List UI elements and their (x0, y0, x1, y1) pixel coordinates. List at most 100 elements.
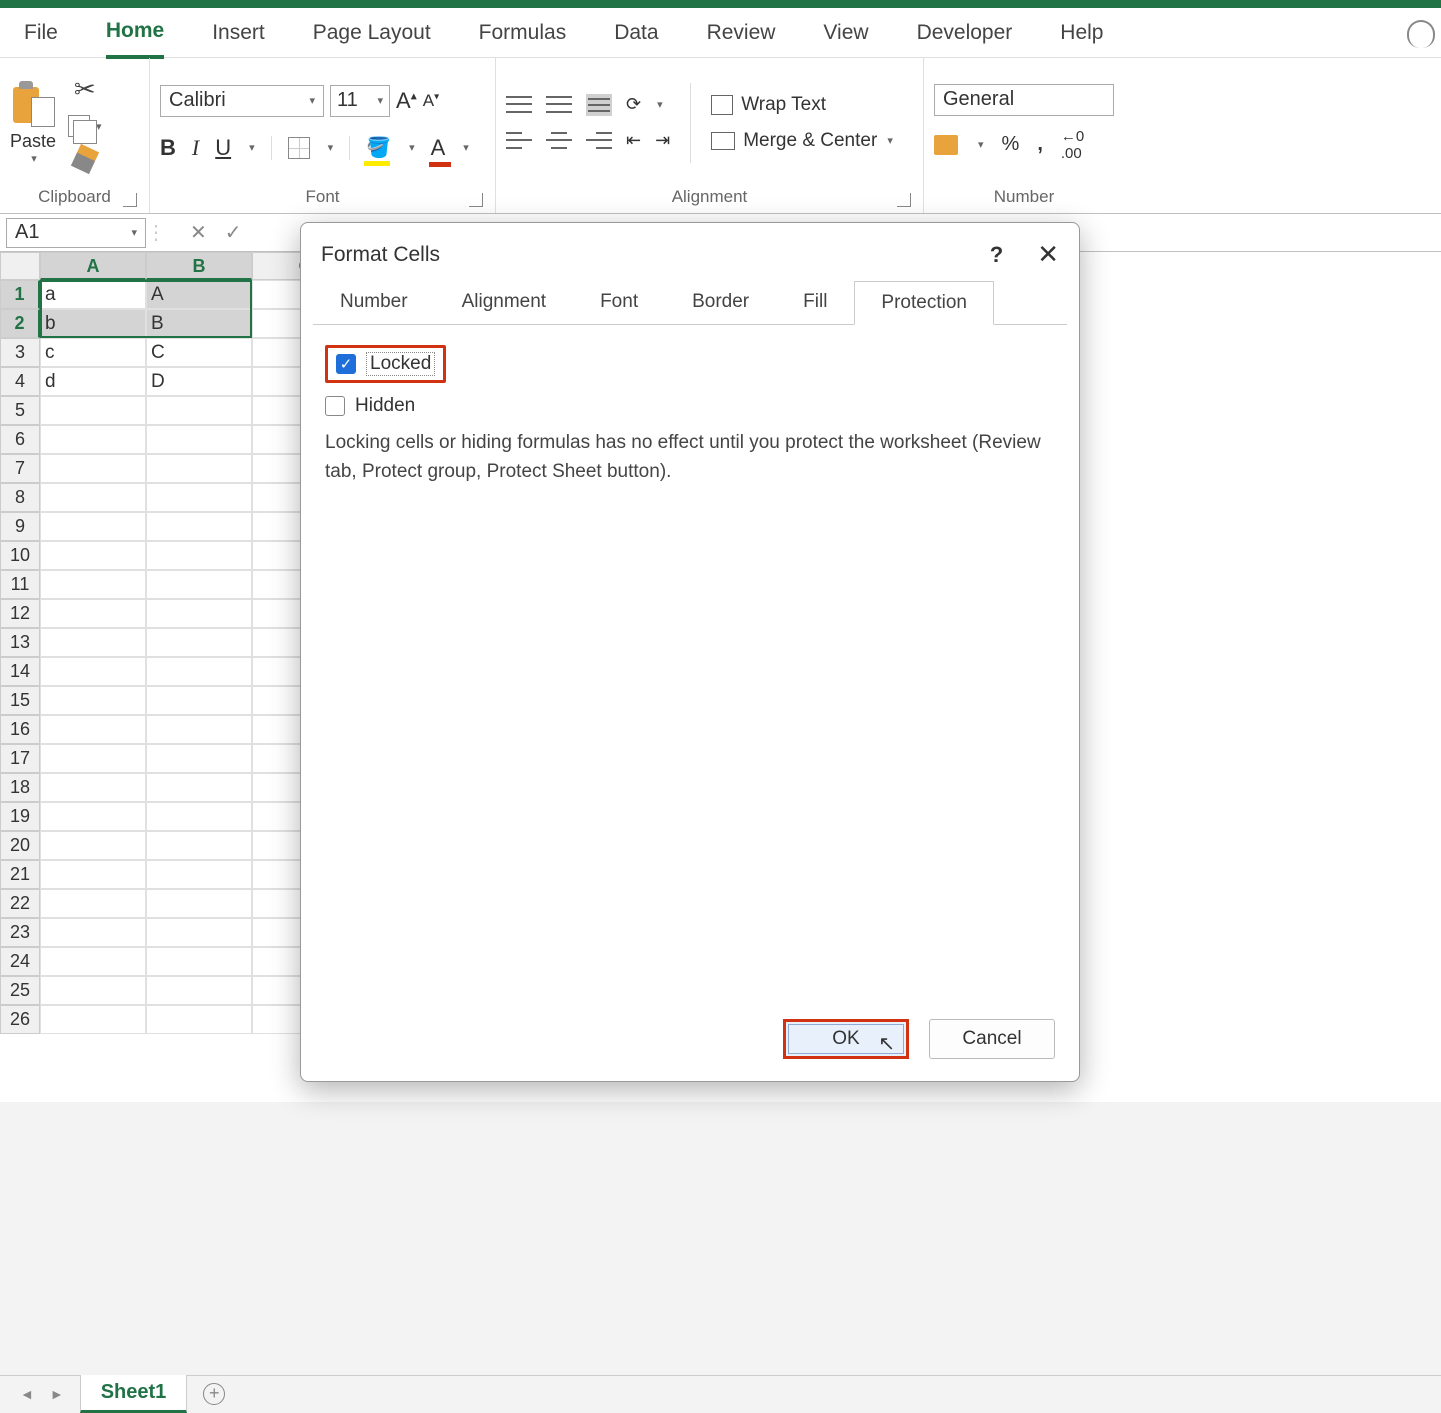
cell[interactable] (146, 947, 252, 976)
cell[interactable] (40, 744, 146, 773)
merge-dropdown[interactable]: ▾ (887, 134, 893, 147)
cell[interactable] (40, 947, 146, 976)
tab-file[interactable]: File (24, 9, 58, 57)
row-header[interactable]: 26 (0, 1005, 40, 1034)
tab-developer[interactable]: Developer (917, 9, 1013, 57)
cell[interactable] (40, 454, 146, 483)
underline-dropdown[interactable]: ▾ (249, 141, 255, 154)
cell[interactable] (40, 541, 146, 570)
increase-decimal-icon[interactable]: ←0.00 (1061, 128, 1084, 162)
row-header[interactable]: 25 (0, 976, 40, 1005)
font-dialog-launcher-icon[interactable] (469, 193, 483, 207)
cell[interactable]: c (40, 338, 146, 367)
clipboard-dialog-launcher-icon[interactable] (123, 193, 137, 207)
cell[interactable]: d (40, 367, 146, 396)
paste-dropdown[interactable]: ▾ (31, 152, 37, 165)
font-size-select[interactable]: 11▾ (330, 85, 390, 117)
copy-icon[interactable] (68, 115, 90, 137)
cell[interactable] (146, 599, 252, 628)
row-header[interactable]: 24 (0, 947, 40, 976)
cell[interactable] (146, 512, 252, 541)
cell[interactable] (146, 715, 252, 744)
fill-color-button[interactable]: 🪣 (366, 135, 391, 160)
dialog-tab-fill[interactable]: Fill (776, 280, 854, 324)
cell[interactable] (146, 425, 252, 454)
orientation-icon[interactable]: ⟳ (626, 94, 641, 115)
number-format-select[interactable]: General (934, 84, 1114, 116)
tab-insert[interactable]: Insert (212, 9, 265, 57)
cell[interactable] (40, 425, 146, 454)
cell[interactable] (146, 628, 252, 657)
row-header[interactable]: 2 (0, 309, 40, 338)
cell[interactable] (40, 686, 146, 715)
cell[interactable] (146, 541, 252, 570)
cell[interactable] (40, 976, 146, 1005)
font-color-dropdown[interactable]: ▾ (463, 141, 469, 154)
bold-button[interactable]: B (160, 135, 176, 161)
dialog-tab-alignment[interactable]: Alignment (435, 280, 574, 324)
align-top-icon[interactable] (506, 94, 532, 116)
cell[interactable] (40, 628, 146, 657)
name-box[interactable]: A1▾ (6, 218, 146, 248)
cell[interactable] (146, 570, 252, 599)
align-bottom-icon[interactable] (586, 94, 612, 116)
cell[interactable] (146, 744, 252, 773)
row-header[interactable]: 18 (0, 773, 40, 802)
wrap-text-button[interactable]: Wrap Text (711, 94, 893, 116)
merge-center-button[interactable]: Merge & Center▾ (711, 130, 893, 152)
cell[interactable] (40, 1005, 146, 1034)
cell[interactable] (40, 860, 146, 889)
row-header[interactable]: 21 (0, 860, 40, 889)
cell[interactable] (40, 889, 146, 918)
align-left-icon[interactable] (506, 130, 532, 152)
tab-page-layout[interactable]: Page Layout (313, 9, 431, 57)
alignment-dialog-launcher-icon[interactable] (897, 193, 911, 207)
cell[interactable] (146, 889, 252, 918)
cell[interactable] (146, 396, 252, 425)
cell[interactable] (146, 1005, 252, 1034)
dialog-tab-protection[interactable]: Protection (854, 281, 994, 325)
cell[interactable] (146, 773, 252, 802)
row-header[interactable]: 3 (0, 338, 40, 367)
row-header[interactable]: 13 (0, 628, 40, 657)
row-header[interactable]: 17 (0, 744, 40, 773)
cell[interactable] (40, 512, 146, 541)
dialog-help-button[interactable]: ? (990, 242, 1003, 268)
col-header-b[interactable]: B (146, 252, 252, 280)
row-header[interactable]: 1 (0, 280, 40, 309)
row-header[interactable]: 12 (0, 599, 40, 628)
enter-formula-icon[interactable]: ✓ (225, 220, 242, 245)
cell[interactable] (40, 657, 146, 686)
increase-indent-icon[interactable]: ⇥ (655, 130, 670, 151)
cell[interactable] (146, 686, 252, 715)
row-header[interactable]: 7 (0, 454, 40, 483)
cell[interactable] (146, 860, 252, 889)
row-header[interactable]: 20 (0, 831, 40, 860)
cell[interactable]: b (40, 309, 146, 338)
paste-button[interactable]: Paste (10, 131, 56, 152)
cancel-button[interactable]: Cancel (929, 1019, 1055, 1059)
accounting-format-icon[interactable] (934, 135, 958, 155)
locked-checkbox[interactable]: ✓ (336, 354, 356, 374)
hidden-checkbox[interactable] (325, 396, 345, 416)
row-header[interactable]: 23 (0, 918, 40, 947)
align-middle-icon[interactable] (546, 94, 572, 116)
cell[interactable] (40, 396, 146, 425)
row-header[interactable]: 9 (0, 512, 40, 541)
row-header[interactable]: 19 (0, 802, 40, 831)
row-header[interactable]: 10 (0, 541, 40, 570)
cell[interactable] (40, 715, 146, 744)
sheet-nav-next-icon[interactable]: ► (50, 1386, 64, 1402)
increase-font-icon[interactable]: A▴ (396, 88, 417, 114)
cell[interactable] (146, 918, 252, 947)
borders-dropdown[interactable]: ▾ (328, 141, 334, 154)
cell[interactable] (40, 773, 146, 802)
font-color-button[interactable]: A (431, 135, 446, 161)
row-header[interactable]: 8 (0, 483, 40, 512)
align-center-icon[interactable] (546, 130, 572, 152)
tab-data[interactable]: Data (614, 9, 658, 57)
italic-button[interactable]: I (192, 135, 199, 161)
tab-formulas[interactable]: Formulas (479, 9, 567, 57)
row-header[interactable]: 4 (0, 367, 40, 396)
sheet-tab-sheet1[interactable]: Sheet1 (80, 1375, 188, 1413)
